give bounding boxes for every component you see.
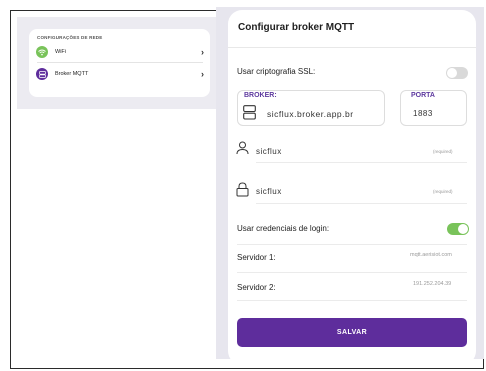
chevron-right-icon: ›: [201, 47, 204, 57]
menu-item-label: Broker MQTT: [55, 71, 89, 77]
server-icon: [243, 105, 256, 125]
menu-item-label: WiFi: [55, 49, 66, 55]
username-required-hint: (required): [433, 149, 453, 154]
broker-input: sicflux.broker.app.br: [267, 109, 354, 119]
wifi-icon: [36, 46, 48, 58]
menu-item-broker-mqtt[interactable]: Broker MQTT ›: [36, 66, 204, 82]
save-button[interactable]: SALVAR: [237, 318, 467, 347]
divider: [37, 62, 203, 63]
server2-input[interactable]: 191.252.204.39: [413, 281, 451, 287]
section-title: CONFIGURAÇÕES DE REDE: [37, 35, 103, 40]
chevron-right-icon: ›: [201, 69, 204, 79]
server1-label: Servidor 1:: [237, 253, 276, 262]
server-icon: [36, 68, 48, 80]
toggle-knob: [447, 68, 457, 78]
password-input[interactable]: sicflux: [256, 187, 282, 196]
toggle-knob: [458, 224, 468, 234]
credentials-toggle[interactable]: [447, 223, 469, 235]
credentials-label: Usar credenciais de login:: [237, 224, 330, 233]
ssl-label: Usar criptografia SSL:: [237, 67, 316, 76]
menu-item-wifi[interactable]: WiFi ›: [36, 44, 204, 60]
server2-label: Servidor 2:: [237, 283, 276, 292]
password-required-hint: (required): [433, 189, 453, 194]
page-title: Configurar broker MQTT: [238, 22, 355, 33]
port-field[interactable]: PORTA 1883: [400, 90, 467, 126]
server1-input[interactable]: mqtt.aerisiot.com: [410, 252, 452, 258]
mqtt-config-card: Configurar broker MQTT Usar criptografia…: [228, 10, 476, 365]
port-input: 1883: [413, 109, 433, 118]
username-input[interactable]: sicflux: [256, 147, 282, 156]
divider: [237, 244, 467, 245]
port-label: PORTA: [411, 92, 435, 99]
password-underline: [256, 203, 467, 204]
ssl-toggle[interactable]: [446, 67, 468, 79]
lock-icon: [236, 182, 249, 202]
username-underline: [256, 162, 467, 163]
divider: [228, 47, 476, 48]
broker-label: BROKER:: [244, 92, 277, 99]
divider: [237, 272, 467, 273]
user-icon: [236, 141, 249, 160]
divider: [237, 300, 467, 301]
network-settings-card: CONFIGURAÇÕES DE REDE WiFi › Broker MQTT…: [29, 29, 210, 97]
broker-field[interactable]: BROKER: sicflux.broker.app.br: [237, 90, 385, 126]
